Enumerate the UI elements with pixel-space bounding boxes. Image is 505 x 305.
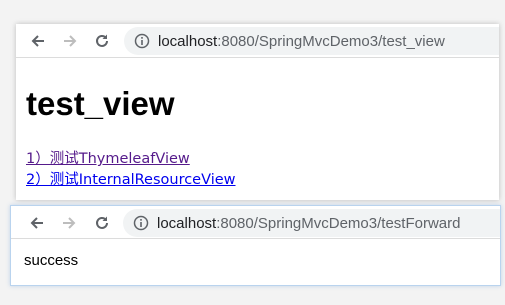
back-arrow-icon[interactable]	[27, 213, 47, 233]
browser-window-top: localhost:8080/SpringMvcDemo3/test_view …	[16, 24, 499, 200]
url-path: :8080/SpringMvcDemo3/testForward	[216, 214, 461, 232]
link-thymeleaf-view[interactable]: 1）测试ThymeleafView	[26, 147, 190, 168]
browser-toolbar: localhost:8080/SpringMvcDemo3/test_view	[16, 24, 499, 58]
link-internal-resource-view[interactable]: 2）测试InternalResourceView	[26, 168, 236, 189]
address-bar[interactable]: localhost:8080/SpringMvcDemo3/testForwar…	[123, 209, 500, 237]
page-content: success	[24, 239, 500, 285]
info-icon[interactable]	[134, 33, 150, 49]
address-bar[interactable]: localhost:8080/SpringMvcDemo3/test_view	[124, 27, 499, 55]
reload-icon[interactable]	[92, 213, 112, 233]
browser-toolbar: localhost:8080/SpringMvcDemo3/testForwar…	[11, 206, 500, 239]
browser-window-bottom: localhost:8080/SpringMvcDemo3/testForwar…	[10, 205, 501, 286]
info-icon[interactable]	[133, 215, 149, 231]
page-title: test_view	[26, 85, 175, 122]
url-text: localhost:8080/SpringMvcDemo3/test_view	[158, 33, 445, 50]
reload-icon[interactable]	[92, 31, 112, 51]
forward-arrow-icon[interactable]	[59, 213, 79, 233]
forward-arrow-icon[interactable]	[60, 31, 80, 51]
page-content: test_view 1）测试ThymeleafView 2）测试Internal…	[26, 58, 499, 200]
back-arrow-icon[interactable]	[28, 31, 48, 51]
url-host: localhost	[158, 32, 218, 50]
url-text: localhost:8080/SpringMvcDemo3/testForwar…	[157, 215, 460, 232]
url-host: localhost	[157, 214, 217, 232]
url-path: :8080/SpringMvcDemo3/test_view	[217, 32, 445, 50]
success-message: success	[24, 252, 79, 269]
